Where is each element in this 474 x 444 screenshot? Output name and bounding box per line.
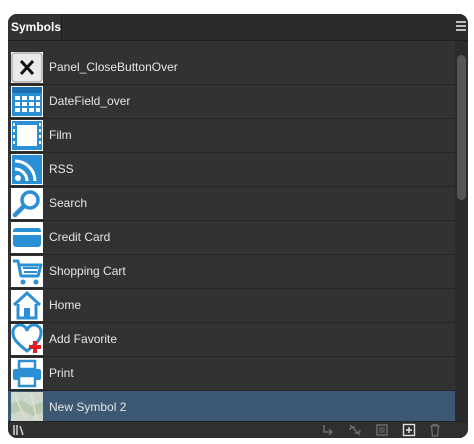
symbol-row-home[interactable]: Home bbox=[8, 289, 455, 323]
symbol-label: Search bbox=[49, 196, 88, 210]
symbol-row-credit-card[interactable]: Credit Card bbox=[8, 221, 455, 255]
symbols-panel: Symbols Panel_CloseButtonOver DateField_… bbox=[8, 14, 468, 438]
symbol-row-datefield[interactable]: DateField_over bbox=[8, 85, 455, 119]
symbol-row-print[interactable]: Print bbox=[8, 357, 455, 391]
symbol-label: Shopping Cart bbox=[49, 264, 126, 278]
symbol-list: Panel_CloseButtonOver DateField_over Fil… bbox=[8, 51, 455, 425]
symbol-label: Print bbox=[49, 366, 74, 380]
symbol-label: DateField_over bbox=[49, 94, 131, 108]
tab-symbols[interactable]: Symbols bbox=[8, 14, 62, 40]
symbol-options-icon[interactable] bbox=[375, 423, 389, 437]
symbol-label: Home bbox=[49, 298, 82, 312]
symbol-row-rss[interactable]: RSS bbox=[8, 153, 455, 187]
heart-plus-icon bbox=[11, 324, 43, 355]
symbol-label: Panel_CloseButtonOver bbox=[49, 60, 178, 74]
place-symbol-icon[interactable] bbox=[321, 423, 335, 437]
home-icon bbox=[11, 290, 43, 321]
symbol-label: Film bbox=[49, 128, 72, 142]
symbol-row-new-symbol-2[interactable]: New Symbol 2 bbox=[8, 391, 455, 425]
new-symbol-icon[interactable] bbox=[402, 423, 416, 437]
close-x-icon bbox=[11, 52, 43, 83]
break-link-icon[interactable] bbox=[348, 423, 362, 437]
libraries-icon[interactable] bbox=[12, 423, 26, 437]
scrollbar[interactable] bbox=[455, 41, 468, 421]
symbol-row-add-favorite[interactable]: Add Favorite bbox=[8, 323, 455, 357]
map-thumbnail-icon bbox=[11, 392, 43, 423]
symbol-row-film[interactable]: Film bbox=[8, 119, 455, 153]
symbol-label: Credit Card bbox=[49, 230, 111, 244]
shopping-cart-icon bbox=[11, 256, 43, 287]
scrollbar-thumb[interactable] bbox=[457, 55, 466, 200]
film-icon bbox=[11, 120, 43, 151]
symbol-row-panel-close[interactable]: Panel_CloseButtonOver bbox=[8, 51, 455, 85]
rss-icon bbox=[11, 154, 43, 185]
panel-tab-bar: Symbols bbox=[8, 14, 468, 41]
delete-icon[interactable] bbox=[428, 423, 442, 437]
panel-footer bbox=[8, 421, 468, 438]
calendar-grid-icon bbox=[11, 86, 43, 117]
symbol-row-shopping-cart[interactable]: Shopping Cart bbox=[8, 255, 455, 289]
panel-menu-icon[interactable] bbox=[456, 21, 466, 31]
symbol-label: RSS bbox=[49, 162, 74, 176]
symbol-label: New Symbol 2 bbox=[49, 400, 127, 414]
magnifier-icon bbox=[11, 188, 43, 219]
credit-card-icon bbox=[11, 222, 43, 253]
symbol-label: Add Favorite bbox=[49, 332, 118, 346]
printer-icon bbox=[11, 358, 43, 389]
symbol-row-search[interactable]: Search bbox=[8, 187, 455, 221]
